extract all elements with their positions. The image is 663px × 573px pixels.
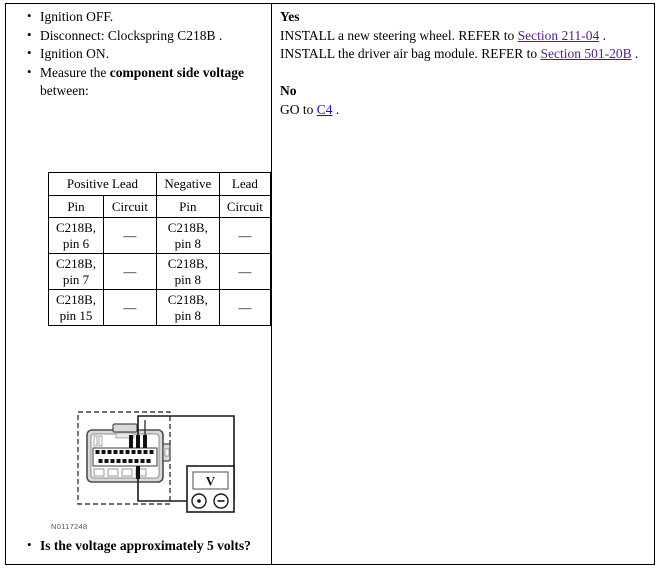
table-group-header-positive-lead: Positive Lead	[48, 172, 157, 196]
text-run: Ignition ON.	[40, 46, 109, 62]
cell-negative-circuit: —	[218, 289, 272, 326]
step-text: Disconnect: Clockspring C218B .	[40, 28, 222, 43]
step-link[interactable]: C4	[317, 102, 333, 117]
yes-result-label: Yes	[280, 9, 300, 24]
cell-positive-circuit: —	[103, 253, 157, 290]
right-column-results: Yes INSTALL a new steering wheel. REFER …	[272, 4, 654, 564]
emphasis-text: component side voltage	[109, 64, 244, 80]
voltmeter-positive-jack-dot	[197, 499, 201, 503]
cell-positive-pin: C218B, pin 15	[48, 289, 104, 326]
table-row: C218B, pin 15 — C218B, pin 8 —	[48, 289, 272, 326]
table-column-header-pin-negative: Pin	[155, 194, 220, 218]
text-run: Ignition OFF.	[40, 9, 114, 24]
text-run: .	[332, 101, 340, 117]
text-run: Disconnect: Clockspring C218B .	[40, 27, 223, 43]
section-link[interactable]: Section 211-04	[518, 28, 600, 43]
cell-negative-pin: C218B, pin 8	[155, 289, 220, 326]
cell-negative-circuit: —	[218, 217, 272, 254]
connector-key-tab	[112, 423, 138, 433]
step-text: Measure the component side voltage betwe…	[40, 65, 244, 99]
table-column-header-row: Pin Circuit Pin Circuit	[48, 194, 272, 218]
cell-positive-pin: C218B, pin 7	[48, 253, 104, 290]
cell-positive-pin: C218B, pin 6	[48, 217, 104, 254]
table-row: C218B, pin 7 — C218B, pin 8 —	[48, 253, 272, 290]
procedure-page: Ignition OFF. Disconnect: Clockspring C2…	[5, 3, 655, 565]
text-run: .	[631, 46, 639, 62]
connector-pins-bottom-row	[98, 459, 151, 463]
voltmeter: V	[186, 465, 235, 513]
figure-svg: V	[77, 411, 235, 513]
list-item: Ignition ON.	[27, 44, 265, 64]
connector-voltmeter-figure: V	[66, 404, 256, 539]
cell-negative-pin: C218B, pin 8	[155, 217, 220, 254]
table-row: C218B, pin 6 — C218B, pin 8 —	[48, 217, 272, 254]
text-run: INSTALL the driver air bag module. REFER…	[280, 46, 541, 62]
list-item: Measure the component side voltage betwe…	[27, 63, 265, 101]
voltmeter-display-value: V	[206, 474, 216, 489]
yes-result-line: INSTALL the driver air bag module. REFER…	[280, 45, 646, 64]
list-item: Disconnect: Clockspring C218B .	[27, 26, 265, 46]
text-run: Measure the	[40, 64, 110, 80]
table-body: Positive Lead Negative Lead Pin Circuit …	[48, 172, 272, 326]
left-column-test-steps: Ignition OFF. Disconnect: Clockspring C2…	[6, 4, 272, 564]
yes-result-line: INSTALL a new steering wheel. REFER to S…	[280, 27, 646, 46]
no-result-line: GO to C4 .	[280, 101, 646, 120]
table-group-header-row: Positive Lead Negative Lead	[48, 172, 272, 196]
no-result-label: No	[280, 83, 297, 99]
figure-id-label: N0117248	[51, 522, 88, 531]
text-run: GO to	[280, 101, 317, 117]
test-step-list: Ignition OFF. Disconnect: Clockspring C2…	[6, 7, 271, 101]
section-link[interactable]: Section 501-20B	[541, 46, 632, 61]
cell-negative-circuit: —	[218, 253, 272, 290]
list-item: Ignition OFF.	[27, 7, 265, 27]
step-text: Ignition OFF.	[40, 9, 113, 24]
table-column-header-circuit-negative: Circuit	[218, 194, 272, 218]
table-column-header-pin-positive: Pin	[48, 194, 104, 218]
cell-positive-circuit: —	[103, 217, 157, 254]
text-run: between:	[40, 83, 89, 99]
table-column-header-circuit-positive: Circuit	[103, 194, 157, 218]
cell-positive-circuit: —	[103, 289, 157, 326]
table-group-header-negative: Negative	[155, 172, 220, 196]
test-question: Is the voltage approximately 5 volts?	[6, 536, 272, 555]
lead-measurement-table: Positive Lead Negative Lead Pin Circuit …	[48, 172, 272, 326]
step-text: Ignition ON.	[40, 46, 109, 61]
text-run: INSTALL a new steering wheel. REFER to	[280, 27, 518, 43]
text-run: .	[599, 27, 606, 43]
connector-latch-tab	[162, 443, 171, 462]
cell-negative-pin: C218B, pin 8	[155, 253, 220, 290]
voltmeter-negative-jack-mark	[217, 500, 225, 502]
table-group-header-lead: Lead	[218, 172, 272, 196]
